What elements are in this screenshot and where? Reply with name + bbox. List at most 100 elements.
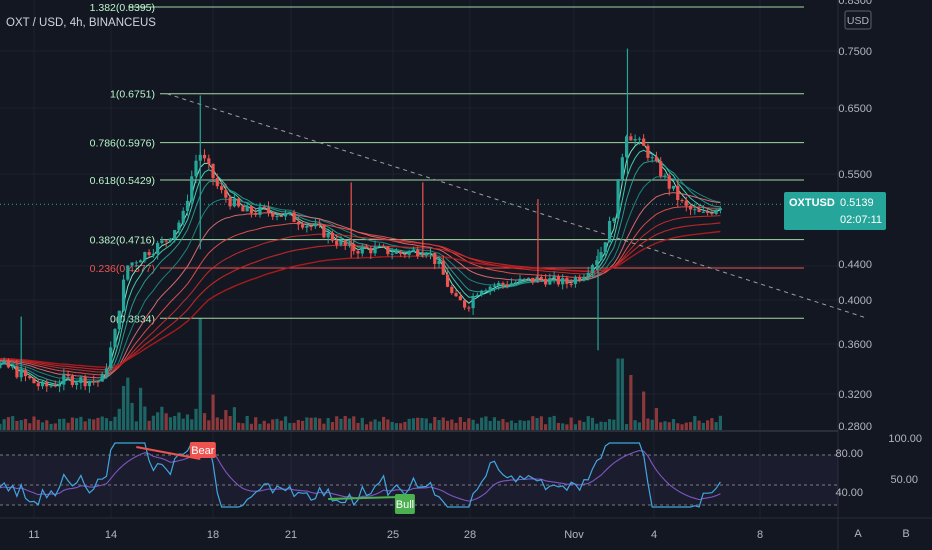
volume-bar: [428, 423, 433, 430]
volume-bar: [62, 418, 66, 430]
volume-bar: [407, 418, 411, 430]
volume-bar: [121, 385, 126, 430]
volume-bar: [625, 424, 629, 430]
volume-bar: [569, 417, 573, 430]
time-tick-label: 14: [105, 529, 117, 541]
candle-body: [603, 242, 607, 253]
volume-bar: [57, 418, 62, 430]
log-scale-button[interactable]: B: [902, 528, 909, 540]
volume-bar: [629, 375, 633, 430]
candle-body: [15, 366, 19, 378]
volume-bar: [266, 423, 271, 430]
volume-bar: [424, 418, 428, 430]
volume-bar: [582, 421, 586, 430]
candle-body: [373, 246, 377, 254]
volume-bar: [718, 415, 722, 430]
volume-bar: [40, 422, 45, 430]
volume-bar: [232, 407, 236, 430]
volume-bar: [450, 419, 454, 430]
price-tick-label: 0.7500: [838, 46, 872, 58]
candle-body: [437, 260, 441, 265]
volume-bar: [156, 412, 160, 430]
candle-body: [275, 216, 279, 218]
volume-bar: [706, 420, 710, 430]
volume-bar: [309, 417, 313, 430]
volume-bar: [688, 422, 693, 430]
volume-bar: [322, 423, 326, 430]
candle-body: [57, 384, 62, 387]
volume-bar: [254, 417, 258, 430]
volume-bar: [339, 418, 343, 430]
volume-bar: [458, 417, 462, 430]
candle-body: [215, 178, 219, 187]
volume-bar: [249, 423, 254, 430]
candle-body: [151, 253, 155, 256]
candle-body: [322, 225, 326, 238]
volume-bar: [79, 416, 83, 430]
auto-scale-button[interactable]: A: [854, 528, 862, 540]
volume-bar: [0, 423, 2, 430]
volume-bar: [296, 420, 300, 430]
volume-bar: [258, 423, 262, 430]
volume-bar: [300, 420, 305, 430]
candle-body: [612, 218, 616, 222]
volume-bar: [241, 423, 245, 430]
candle-body: [620, 157, 624, 180]
candle-body: [688, 205, 693, 210]
volume-bar: [697, 420, 701, 430]
candle-body: [590, 265, 595, 273]
candle-body: [458, 296, 462, 301]
candle-body: [386, 246, 390, 255]
volume-bar: [49, 423, 53, 430]
candle-body: [471, 295, 475, 309]
candle-body: [578, 277, 582, 281]
candle-body: [109, 347, 113, 369]
volume-bar: [19, 420, 23, 430]
volume-bar: [484, 416, 488, 430]
volume-bar: [23, 418, 28, 430]
candle-body: [164, 240, 168, 242]
candle-body: [228, 197, 232, 207]
candle-body: [488, 286, 492, 291]
candle-body: [194, 160, 198, 177]
volume-bar: [237, 422, 241, 430]
candle-body: [399, 251, 403, 254]
candle-body: [45, 382, 49, 387]
candle-body: [40, 382, 45, 387]
volume-bar: [599, 421, 603, 430]
volume-bar: [607, 419, 612, 430]
candle-body: [514, 282, 518, 284]
time-tick-label: 11: [28, 529, 39, 541]
price-tick-label: 0.5500: [838, 169, 872, 181]
volume-bar: [386, 419, 390, 430]
volume-bar: [190, 419, 194, 430]
candle-body: [369, 248, 373, 254]
candle-body: [258, 206, 262, 215]
volume-bar: [75, 418, 79, 430]
volume-bar: [654, 408, 659, 430]
volume-bar: [15, 420, 19, 430]
trading-chart[interactable]: 1.382(0.8395) 1(0.6751) 0.786(0.5976) 0.618…: [0, 0, 932, 550]
bar-countdown: 02:07:11: [840, 214, 882, 226]
candle-body: [492, 285, 497, 287]
candle-body: [505, 284, 509, 286]
candle-body: [407, 251, 411, 255]
volume-bar: [70, 417, 74, 430]
candle-body: [292, 212, 296, 222]
candle-body: [117, 310, 121, 330]
volume-bar: [219, 419, 224, 430]
volume-bar: [552, 415, 556, 430]
candle-body: [79, 377, 83, 384]
volume-bar: [326, 418, 330, 430]
volume-bar: [292, 422, 296, 430]
fib-level-label: 1(0.6751): [110, 89, 155, 101]
rsi-tick-label: 80.00: [835, 448, 863, 460]
candle-body: [271, 212, 275, 217]
volume-bar: [544, 424, 548, 430]
candle-body: [130, 262, 134, 266]
candle-body: [556, 276, 560, 285]
candle-body: [424, 253, 428, 256]
candle-body: [173, 230, 177, 239]
rsi-band: [0, 455, 838, 505]
candle-body: [202, 154, 207, 159]
